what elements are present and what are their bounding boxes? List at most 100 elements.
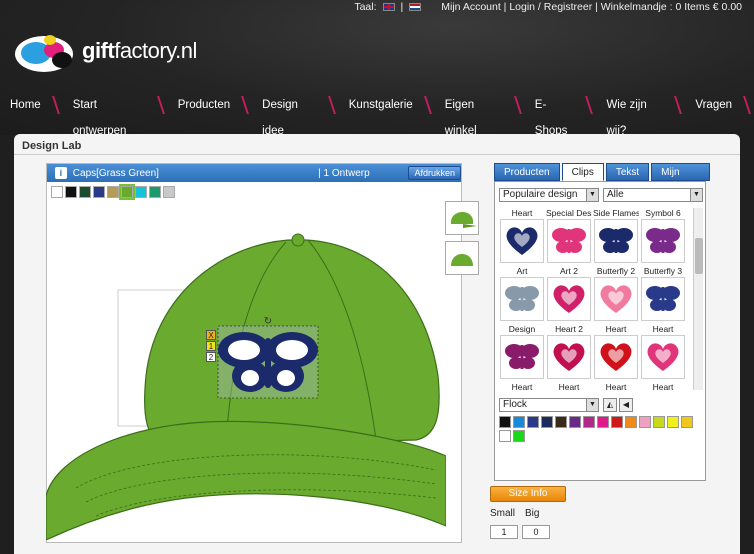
nav-item-7[interactable]: Wie zijn wij? (606, 92, 685, 137)
clip-thumbnail[interactable] (500, 219, 544, 263)
ink-color-swatch[interactable] (569, 416, 581, 428)
clip-thumbnail[interactable] (500, 335, 544, 379)
top-bar: Taal: | Mijn Account | Login / Registree… (354, 0, 742, 14)
clip-item[interactable]: Heart (640, 324, 686, 382)
nav-item-2[interactable]: Producten (178, 92, 252, 118)
clip-thumbnail[interactable] (594, 219, 638, 263)
product-color-swatch[interactable] (163, 186, 175, 198)
clip-thumbnail[interactable] (500, 277, 544, 321)
clip-item[interactable]: Art 2 (546, 266, 592, 324)
nav-item-3[interactable]: Design idee (262, 92, 339, 137)
small-quantity-input[interactable]: 1 (490, 525, 518, 539)
ink-color-swatch[interactable] (681, 416, 693, 428)
clip-label: Symbol 6 (645, 208, 681, 218)
ink-color-swatch[interactable] (611, 416, 623, 428)
language-label: Taal: (354, 1, 377, 13)
product-color-swatch[interactable] (119, 184, 135, 200)
product-color-swatch[interactable] (79, 186, 91, 198)
clip-thumbnail[interactable] (547, 277, 591, 321)
nav-item-8[interactable]: Vragen (695, 92, 754, 118)
tab-mijn-kunst[interactable]: Mijn kunst (651, 163, 710, 196)
product-color-swatch[interactable] (149, 186, 161, 198)
subcategory-select[interactable]: Alle ▼ (603, 188, 703, 202)
cap-preview[interactable]: ↻ (45, 226, 447, 543)
ink-color-swatch[interactable] (555, 416, 567, 428)
clip-item[interactable]: Symbol 6 (640, 208, 686, 266)
clip-label: Heart (652, 324, 674, 334)
tab-producten[interactable]: Producten (494, 163, 560, 181)
product-color-swatch[interactable] (65, 186, 77, 198)
clip-thumbnail[interactable] (547, 219, 591, 263)
ink-color-swatch[interactable] (597, 416, 609, 428)
clip-label: Butterfly 3 (643, 266, 683, 276)
nav-item-0[interactable]: Home (10, 92, 63, 118)
info-icon[interactable]: i (55, 167, 67, 179)
clip-thumbnail[interactable] (641, 219, 685, 263)
product-color-swatch[interactable] (135, 186, 147, 198)
big-quantity-input[interactable]: 0 (522, 525, 550, 539)
category-select[interactable]: Populaire design ▼ (499, 188, 599, 202)
clip-item[interactable]: Butterfly 3 (640, 266, 686, 324)
ink-color-swatch[interactable] (667, 416, 679, 428)
nav-item-6[interactable]: E-Shops (535, 92, 597, 137)
clip-item[interactable]: Design (499, 324, 545, 382)
clip-label: Special Desi (546, 208, 592, 218)
clip-item[interactable]: Heart (593, 324, 639, 382)
cap-side-view-thumbnail[interactable] (445, 201, 479, 235)
clip-thumbnail[interactable] (547, 335, 591, 379)
size-info-button[interactable]: Size Info (490, 486, 566, 502)
cap-back-view-thumbnail[interactable] (445, 241, 479, 275)
clip-item[interactable]: Special Desi (546, 208, 592, 266)
clip-item[interactable]: Heart 2 (546, 324, 592, 382)
flip-horizontal-icon[interactable]: ◭ (603, 398, 617, 412)
clip-item[interactable]: Heart (499, 382, 545, 390)
product-color-swatch[interactable] (107, 186, 119, 198)
clip-scrollbar[interactable] (693, 208, 703, 390)
product-color-swatch[interactable] (51, 186, 63, 198)
clip-item[interactable]: Heart (593, 382, 639, 390)
view-thumbnails (445, 201, 479, 281)
main-nav: Home Start ontwerpen Producten Design idee K… (0, 92, 754, 137)
ink-color-swatch[interactable] (513, 416, 525, 428)
layer-control-2[interactable]: 2 (206, 352, 216, 362)
ink-color-swatch[interactable] (625, 416, 637, 428)
clip-thumbnail[interactable] (641, 335, 685, 379)
nav-item-4[interactable]: Kunstgalerie (349, 92, 435, 118)
clip-thumbnail[interactable] (594, 335, 638, 379)
delete-control[interactable]: X (206, 330, 216, 340)
ink-color-swatch[interactable] (527, 416, 539, 428)
clip-label: Heart (511, 208, 533, 218)
nl-flag-icon[interactable] (409, 3, 422, 11)
clip-item[interactable]: Side Flames (593, 208, 639, 266)
tab-bar: ProductenClipsTekstMijn kunst (488, 163, 710, 196)
ink-color-swatch[interactable] (499, 416, 511, 428)
ink-color-swatch[interactable] (499, 430, 511, 442)
ink-color-swatch[interactable] (653, 416, 665, 428)
nav-item-5[interactable]: Eigen winkel (445, 92, 525, 137)
clip-item[interactable]: Butterfly 2 (593, 266, 639, 324)
chevron-down-icon: ▼ (690, 189, 702, 201)
ink-color-swatch[interactable] (541, 416, 553, 428)
tab-clips[interactable]: Clips (561, 163, 604, 181)
account-links[interactable]: Mijn Account | Login / Registreer | Wink… (441, 1, 742, 13)
ink-color-swatch[interactable] (639, 416, 651, 428)
print-button[interactable]: Afdrukken (408, 166, 461, 180)
ink-color-swatch[interactable] (513, 430, 525, 442)
clip-thumbnail[interactable] (594, 277, 638, 321)
uk-flag-icon[interactable] (382, 3, 395, 11)
flip-vertical-icon[interactable]: ◀ (619, 398, 633, 412)
clip-thumbnail[interactable] (641, 277, 685, 321)
clip-item[interactable]: Heart (499, 208, 545, 266)
clip-item[interactable]: Art (499, 266, 545, 324)
layer-control-1[interactable]: 1 (206, 341, 216, 351)
scrollbar-thumb[interactable] (695, 238, 703, 274)
clip-item[interactable]: Heart (640, 382, 686, 390)
tab-tekst[interactable]: Tekst (605, 163, 650, 181)
ink-color-swatch[interactable] (583, 416, 595, 428)
logo[interactable]: giftfactory.nl (14, 28, 197, 74)
nav-item-1[interactable]: Start ontwerpen (73, 92, 168, 137)
product-color-swatch[interactable] (93, 186, 105, 198)
clip-item[interactable]: Heart (546, 382, 592, 390)
nav-item-label: Kunstgalerie (348, 99, 413, 111)
material-select[interactable]: Flock ▼ (499, 398, 599, 412)
